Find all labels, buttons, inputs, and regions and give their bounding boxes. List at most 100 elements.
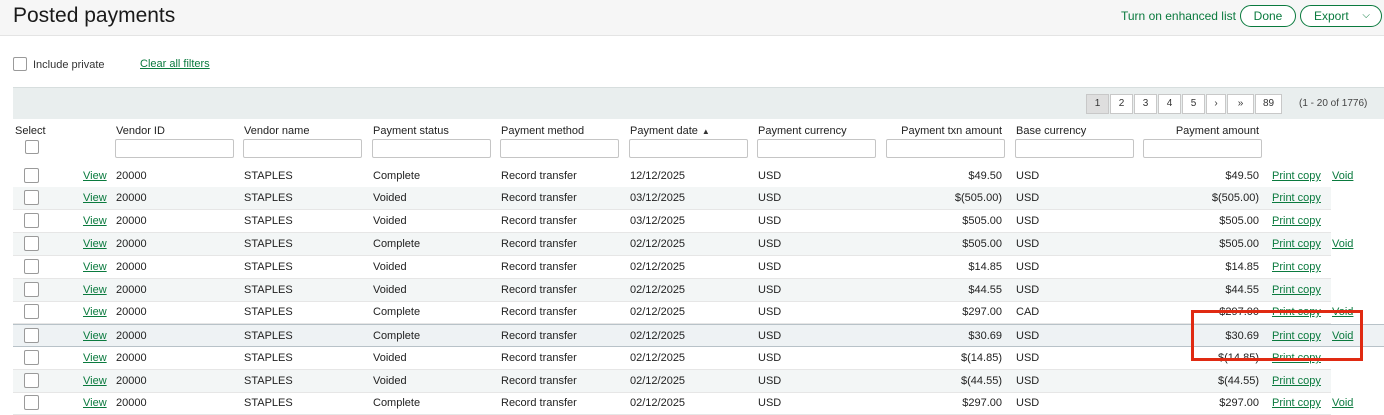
payment-status-cell: Complete — [373, 306, 421, 318]
column-header-payment-status[interactable]: Payment status — [373, 125, 449, 137]
vendor-id-filter-input[interactable] — [115, 139, 234, 158]
row-select-checkbox[interactable] — [24, 350, 39, 365]
view-link[interactable]: View — [83, 192, 107, 204]
base-currency-filter-input[interactable] — [1015, 139, 1134, 158]
column-header-vendor-id[interactable]: Vendor ID — [116, 125, 165, 137]
view-link[interactable]: View — [83, 284, 107, 296]
void-link[interactable]: Void — [1332, 170, 1353, 182]
print-copy-link[interactable]: Print copy — [1272, 238, 1321, 250]
void-link[interactable]: Void — [1332, 397, 1353, 409]
column-header-payment-method[interactable]: Payment method — [501, 125, 584, 137]
payment-txn-amount-cell: $44.55 — [968, 284, 1002, 296]
payment-date-cell: 02/12/2025 — [630, 330, 686, 342]
column-header-vendor-name[interactable]: Vendor name — [244, 125, 309, 137]
payment-amount-cell: $30.69 — [1225, 330, 1259, 342]
view-link[interactable]: View — [83, 375, 107, 387]
row-select-checkbox[interactable] — [24, 304, 39, 319]
pagination-button-1[interactable]: 1 — [1086, 94, 1109, 114]
payment-amount-filter-input[interactable] — [1143, 139, 1262, 158]
payment-currency-cell: USD — [758, 170, 782, 182]
table-row[interactable]: View 20000 STAPLES Complete Record transfer 1… — [13, 165, 1353, 188]
payment-amount-cell: $14.85 — [1225, 261, 1259, 273]
select-all-checkbox[interactable] — [25, 140, 39, 154]
table-row[interactable]: View 20000 STAPLES Complete Record transfer 0… — [13, 392, 1353, 415]
column-header-payment-amount[interactable]: Payment amount — [1143, 125, 1259, 137]
view-link[interactable]: View — [83, 170, 107, 182]
turn-on-enhanced-list-link[interactable]: Turn on enhanced list — [1121, 9, 1236, 23]
payment-currency-filter-input[interactable] — [757, 139, 876, 158]
payment-date-cell: 02/12/2025 — [630, 352, 686, 364]
row-select-checkbox[interactable] — [24, 328, 39, 343]
pagination-button-3[interactable]: 3 — [1134, 94, 1157, 114]
print-copy-link[interactable]: Print copy — [1272, 397, 1321, 409]
void-link[interactable]: Void — [1332, 306, 1353, 318]
pagination-button-2[interactable]: 2 — [1110, 94, 1133, 114]
print-copy-link[interactable]: Print copy — [1272, 215, 1321, 227]
view-link[interactable]: View — [83, 330, 107, 342]
row-select-checkbox[interactable] — [24, 168, 39, 183]
row-select-checkbox[interactable] — [24, 190, 39, 205]
row-select-checkbox[interactable] — [24, 213, 39, 228]
include-private-checkbox[interactable] — [13, 57, 27, 71]
payment-amount-cell: $44.55 — [1225, 284, 1259, 296]
view-link[interactable]: View — [83, 352, 107, 364]
view-link[interactable]: View — [83, 397, 107, 409]
pagination-button-8[interactable]: 89 — [1255, 94, 1282, 114]
vendor-name-cell: STAPLES — [244, 215, 293, 227]
table-row[interactable]: View 20000 STAPLES Voided Record transfer 02/… — [13, 279, 1331, 302]
table-row[interactable]: View 20000 STAPLES Voided Record transfer 03/… — [13, 187, 1331, 210]
table-row[interactable]: View 20000 STAPLES Voided Record transfer 02/… — [13, 370, 1331, 393]
void-link[interactable]: Void — [1332, 238, 1353, 250]
row-select-checkbox[interactable] — [24, 395, 39, 410]
payment-txn-amount-cell: $505.00 — [962, 215, 1002, 227]
table-row[interactable]: View 20000 STAPLES Complete Record transfer 0… — [13, 301, 1353, 324]
table-row[interactable]: View 20000 STAPLES Voided Record transfer 02/… — [13, 347, 1331, 370]
table-row[interactable]: View 20000 STAPLES Voided Record transfer 03/… — [13, 210, 1331, 233]
pagination-button-7[interactable]: » — [1227, 94, 1254, 114]
vendor-name-filter-input[interactable] — [243, 139, 362, 158]
print-copy-link[interactable]: Print copy — [1272, 306, 1321, 318]
print-copy-link[interactable]: Print copy — [1272, 284, 1321, 296]
view-link[interactable]: View — [83, 306, 107, 318]
view-link[interactable]: View — [83, 238, 107, 250]
pagination-button-6[interactable]: › — [1206, 94, 1226, 114]
view-link[interactable]: View — [83, 261, 107, 273]
row-select-checkbox[interactable] — [24, 259, 39, 274]
pagination-button-4[interactable]: 4 — [1158, 94, 1181, 114]
row-select-checkbox[interactable] — [24, 373, 39, 388]
payment-method-cell: Record transfer — [501, 238, 577, 250]
payment-amount-cell: $(44.55) — [1218, 375, 1259, 387]
payment-txn-amount-cell: $30.69 — [968, 330, 1002, 342]
table-row[interactable]: View 20000 STAPLES Complete Record transfer 0… — [13, 324, 1384, 347]
row-select-checkbox[interactable] — [24, 282, 39, 297]
vendor-id-cell: 20000 — [116, 397, 147, 409]
payment-status-filter-input[interactable] — [372, 139, 491, 158]
print-copy-link[interactable]: Print copy — [1272, 261, 1321, 273]
row-select-checkbox[interactable] — [24, 236, 39, 251]
view-link[interactable]: View — [83, 215, 107, 227]
void-link[interactable]: Void — [1332, 330, 1353, 342]
payment-txn-amount-cell: $14.85 — [968, 261, 1002, 273]
vendor-id-cell: 20000 — [116, 330, 147, 342]
table-row[interactable]: View 20000 STAPLES Complete Record transfer 0… — [13, 233, 1353, 256]
print-copy-link[interactable]: Print copy — [1272, 375, 1321, 387]
print-copy-link[interactable]: Print copy — [1272, 192, 1321, 204]
done-button[interactable]: Done — [1240, 5, 1296, 27]
column-header-payment-txn-amount[interactable]: Payment txn amount — [886, 125, 1002, 137]
payment-date-cell: 02/12/2025 — [630, 261, 686, 273]
base-currency-cell: USD — [1016, 192, 1040, 204]
column-header-payment-currency[interactable]: Payment currency — [758, 125, 847, 137]
print-copy-link[interactable]: Print copy — [1272, 352, 1321, 364]
column-header-payment-date[interactable]: Payment date ▲ — [630, 125, 710, 137]
payment-txn-amount-filter-input[interactable] — [886, 139, 1005, 158]
pagination-button-5[interactable]: 5 — [1182, 94, 1205, 114]
payment-method-filter-input[interactable] — [500, 139, 619, 158]
export-button[interactable]: Export ⌵ — [1300, 5, 1382, 27]
table-row[interactable]: View 20000 STAPLES Voided Record transfer 02/… — [13, 256, 1331, 279]
print-copy-link[interactable]: Print copy — [1272, 330, 1321, 342]
clear-all-filters-link[interactable]: Clear all filters — [140, 58, 210, 70]
payment-date-filter-input[interactable] — [629, 139, 748, 158]
column-header-base-currency[interactable]: Base currency — [1016, 125, 1086, 137]
vendor-id-cell: 20000 — [116, 306, 147, 318]
print-copy-link[interactable]: Print copy — [1272, 170, 1321, 182]
